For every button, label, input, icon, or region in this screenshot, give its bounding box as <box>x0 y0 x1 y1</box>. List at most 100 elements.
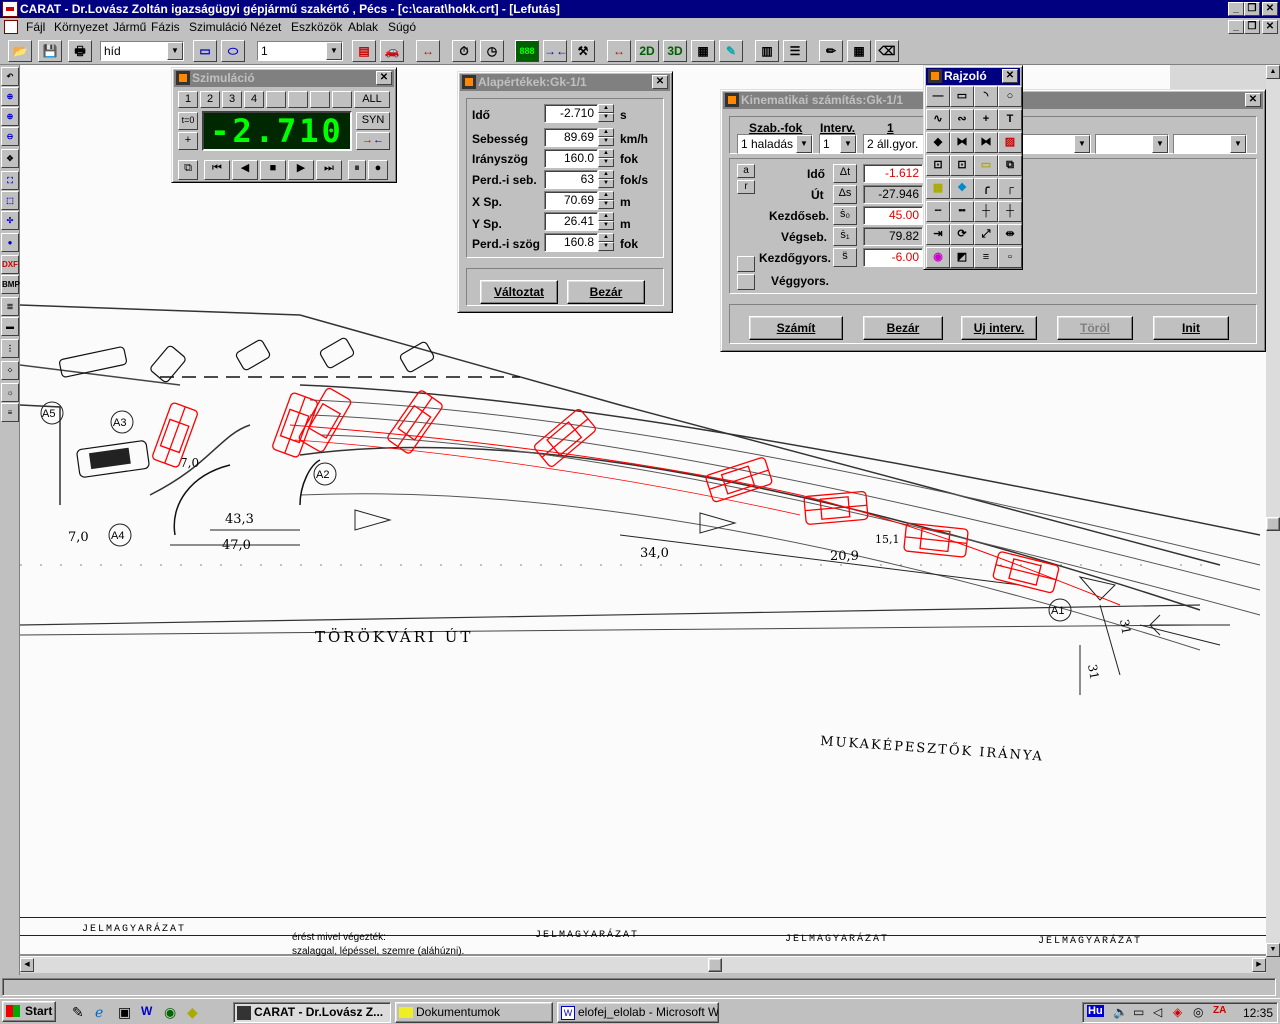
document-icon[interactable] <box>4 20 18 34</box>
edit-icon[interactable]: ✎ <box>719 40 743 62</box>
zoom-window-icon[interactable]: ⊕ <box>1 107 19 126</box>
menu-environment[interactable]: Környezet <box>54 20 108 35</box>
mode-combo-2[interactable]: ▼ <box>1017 134 1091 154</box>
rotate-tool-icon[interactable]: ⟳ <box>950 224 974 245</box>
yaw-rate-field[interactable]: 63 <box>544 170 598 189</box>
lcd-icon[interactable]: 888 <box>515 40 539 62</box>
quicklaunch-ie-icon[interactable]: ℯ <box>95 1004 103 1021</box>
close-icon[interactable]: ✕ <box>1002 69 1018 83</box>
clock-icon[interactable]: ◷ <box>480 40 504 62</box>
symbol2-tool-icon[interactable]: ⊡ <box>950 155 974 176</box>
zoom-in-icon[interactable]: ⊕ <box>1 87 19 106</box>
copy-icon[interactable]: ⧉ <box>178 160 198 180</box>
phase-5-button[interactable] <box>266 91 286 108</box>
chevron-down-icon[interactable]: ▼ <box>1074 135 1090 153</box>
heading-field[interactable]: 160.0 <box>544 149 598 168</box>
kin-close-button[interactable]: Bezár <box>863 316 943 340</box>
kin-path-sym[interactable]: Δs <box>833 185 857 204</box>
text-tool-button[interactable]: T <box>998 109 1022 130</box>
menu-window[interactable]: Ablak <box>348 20 378 35</box>
heading-spinner[interactable]: ▲ ▼ <box>598 149 614 168</box>
label-tool-icon[interactable]: ▭ <box>974 155 998 176</box>
mode-combo-4[interactable]: ▼ <box>1173 134 1247 154</box>
close-icon[interactable]: ✕ <box>1262 2 1278 16</box>
eraser-icon[interactable]: ⌫ <box>875 40 899 62</box>
chevron-down-icon[interactable]: ▼ <box>167 42 183 60</box>
close-icon[interactable]: ✕ <box>1245 93 1261 107</box>
kin-start-speed-sym[interactable]: ṡ₀ <box>833 206 857 225</box>
close-button[interactable]: Bezár <box>567 280 645 304</box>
rectangle-tool-icon[interactable]: ▭ <box>950 86 974 107</box>
road-icon[interactable]: ▬ <box>1 317 19 336</box>
scene-combo[interactable]: híd ▼ <box>100 41 184 61</box>
circle-tool-icon[interactable]: ○ <box>998 86 1022 107</box>
layer-tool-icon[interactable]: ◩ <box>950 247 974 268</box>
speed-field[interactable]: 89.69 <box>544 128 598 147</box>
dxf-button[interactable]: DXF <box>1 255 19 274</box>
chevron-down-icon[interactable]: ▼ <box>326 42 342 60</box>
point-tool-icon[interactable]: ▫ <box>998 247 1022 268</box>
chevron-down-icon[interactable]: ▼ <box>796 135 812 153</box>
record-icon[interactable]: ● <box>368 160 388 180</box>
skip-start-icon[interactable]: ⏮ <box>204 160 230 180</box>
phase-3-button[interactable]: 3 <box>222 91 242 108</box>
bmp-button[interactable]: BMP <box>1 275 20 294</box>
step-back-icon[interactable]: ◀ <box>232 160 258 180</box>
stopwatch-icon[interactable]: ⏱ <box>452 40 476 62</box>
chevron-down-icon[interactable]: ▼ <box>1230 135 1246 153</box>
drawing-tools-title-bar[interactable]: Rajzoló ✕ <box>926 68 1020 85</box>
pan-icon[interactable]: ✥ <box>1 149 19 168</box>
stop-icon[interactable]: ■ <box>260 160 286 180</box>
layers-icon[interactable]: ≣ <box>1 297 19 316</box>
task-documents[interactable]: Dokumentumok <box>395 1002 553 1023</box>
ellipse-layer-icon[interactable]: ⬭ <box>221 40 245 62</box>
drawing-tools-window[interactable]: Rajzoló ✕ — ▭ ◝ ○ ∿ ∾ + T ◆ ⧓ ⧓ ▨ ⊡ ⊡ ▭ … <box>923 65 1023 270</box>
scroll-up-icon[interactable]: ▲ <box>1266 65 1280 79</box>
dots-icon[interactable]: ⁘ <box>1 361 19 380</box>
time-spinner[interactable]: ▲ ▼ <box>598 104 614 123</box>
tray-shield-icon[interactable]: ◈ <box>1173 1005 1182 1019</box>
menu-file[interactable]: Fájl <box>26 20 45 35</box>
play-icon[interactable]: ▶ <box>288 160 314 180</box>
fit-icon[interactable]: ⛶ <box>1 171 19 190</box>
horizontal-scrollbar[interactable]: ◀ ▶ <box>20 957 1266 973</box>
table-icon[interactable]: ▦ <box>691 40 715 62</box>
phase-1-button[interactable]: 1 <box>178 91 198 108</box>
fill-tool-icon[interactable]: ◆ <box>926 132 950 153</box>
pause-icon[interactable]: ⏸ <box>348 160 366 180</box>
change-button[interactable]: Változtat <box>480 280 558 304</box>
phase-8-button[interactable] <box>332 91 352 108</box>
chevron-down-icon[interactable]: ▼ <box>840 135 856 153</box>
hatch-tool-icon[interactable]: ▨ <box>998 132 1022 153</box>
kin-time-field[interactable]: -1.612 <box>863 164 923 183</box>
init-button[interactable]: Init <box>1153 316 1229 340</box>
t0-button[interactable]: t=0 <box>178 112 198 130</box>
mode-combo-3[interactable]: ▼ <box>1095 134 1169 154</box>
print-icon[interactable]: 🖶 <box>68 40 92 62</box>
yaw-angle-spinner[interactable]: ▲ ▼ <box>598 233 614 252</box>
phase-all-button[interactable]: ALL <box>354 91 390 108</box>
scroll-down-icon[interactable]: ▼ <box>1266 943 1280 957</box>
flip-tool-icon[interactable]: ⇹ <box>998 224 1022 245</box>
kin-start-accel-field[interactable]: -6.00 <box>863 248 923 267</box>
x-sp-field[interactable]: 70.69 <box>544 191 598 210</box>
tray-network-icon[interactable]: ◎ <box>1193 1005 1203 1019</box>
line-tool-icon[interactable]: — <box>926 86 950 107</box>
mirror-tool-icon[interactable]: ⧓ <box>950 132 974 153</box>
menu-phase[interactable]: Fázis <box>151 20 180 35</box>
scroll-left-icon[interactable]: ◀ <box>20 958 34 972</box>
layer-icon[interactable]: ▭ <box>193 40 217 62</box>
scroll-right-icon[interactable]: ▶ <box>1252 958 1266 972</box>
new-interval-button[interactable]: Uj interv. <box>961 316 1037 340</box>
kin-start-speed-field[interactable]: 45.00 <box>863 206 923 225</box>
pattern-tool-icon[interactable]: ❖ <box>950 178 974 199</box>
task-word[interactable]: elofej_elolab - Microsoft W... <box>557 1002 719 1023</box>
plus-tool-icon[interactable]: + <box>974 109 998 130</box>
width-icon[interactable]: ↔ <box>607 40 631 62</box>
phase-4-button[interactable]: 4 <box>244 91 264 108</box>
yaw-angle-field[interactable]: 160.8 <box>544 233 598 252</box>
initial-values-title-bar[interactable]: Alapértékek:Gk-1/1 ✕ <box>460 74 670 91</box>
carat-app-icon[interactable] <box>2 1 18 17</box>
extents-icon[interactable]: ⬚ <box>1 191 19 210</box>
clock[interactable]: 12:35 <box>1243 1006 1273 1020</box>
